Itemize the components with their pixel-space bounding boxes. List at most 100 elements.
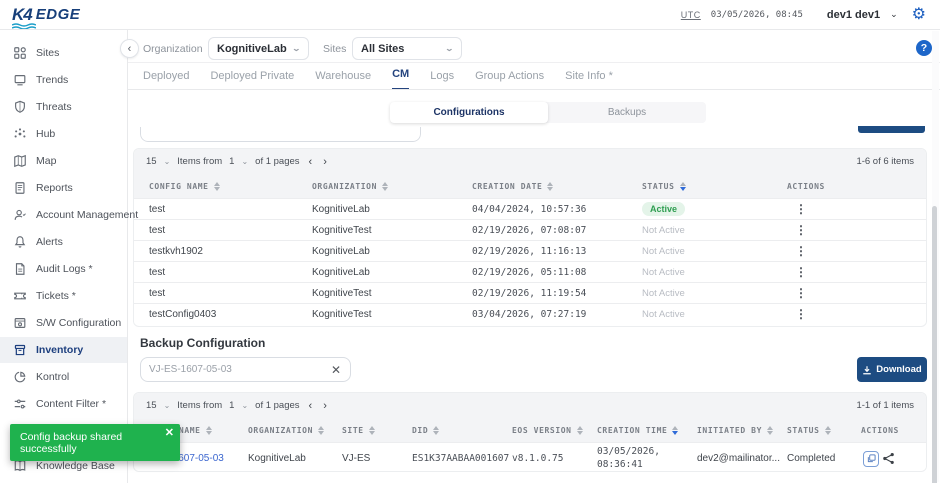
chevron-down-icon[interactable]: ⌄: [241, 157, 248, 166]
alerts-icon: [13, 235, 27, 249]
tab-group-actions[interactable]: Group Actions: [475, 70, 544, 90]
chevron-down-icon[interactable]: ⌄: [164, 157, 171, 166]
table-row[interactable]: VJ-ES-1607-05-03 KognitiveLab VJ-ES ES1K…: [134, 442, 926, 472]
sidebar-item-content-filter[interactable]: Content Filter *: [0, 391, 127, 417]
row-actions-menu-icon[interactable]: ⋮: [787, 244, 807, 258]
tab-site-info[interactable]: Site Info *: [565, 70, 613, 90]
sites-select[interactable]: All Sites ⌄: [352, 37, 462, 60]
sort-icon-active[interactable]: [672, 426, 678, 435]
copy-icon[interactable]: [863, 451, 879, 467]
sidebar-item-audit-logs[interactable]: Audit Logs *: [0, 256, 127, 282]
next-page-button[interactable]: ›: [321, 156, 329, 168]
table-row[interactable]: test KognitiveTest 02/19/2026, 07:08:07 …: [134, 219, 926, 240]
sidebar-item-sites[interactable]: Sites: [0, 40, 127, 66]
sidebar-item-map[interactable]: Map: [0, 148, 127, 174]
sidebar-item-tickets[interactable]: Tickets *: [0, 283, 127, 309]
next-page-button[interactable]: ›: [321, 400, 329, 412]
prev-page-button[interactable]: ‹: [307, 156, 315, 168]
clear-search-icon[interactable]: ✕: [322, 363, 350, 377]
chevron-down-icon[interactable]: ⌄: [241, 401, 248, 410]
col-status[interactable]: STATUS: [787, 426, 820, 435]
table-row[interactable]: test KognitiveLab 02/19/2026, 05:11:08 N…: [134, 261, 926, 282]
table-row[interactable]: testkvh1902 KognitiveLab 02/19/2026, 11:…: [134, 240, 926, 261]
row-actions-menu-icon[interactable]: ⋮: [787, 265, 807, 279]
page-number-value[interactable]: 1: [229, 400, 234, 411]
partially-visible-button[interactable]: [858, 126, 925, 133]
toast-notification: Config backup shared successfully ✕: [10, 424, 180, 461]
user-menu[interactable]: dev1 dev1: [827, 9, 880, 21]
sort-icon[interactable]: [433, 426, 439, 435]
col-organization[interactable]: ORGANIZATION: [312, 182, 377, 191]
row-actions-menu-icon[interactable]: ⋮: [787, 286, 807, 300]
chevron-down-icon[interactable]: ⌄: [164, 401, 171, 410]
sidebar-item-trends[interactable]: Trends: [0, 67, 127, 93]
col-eos-version[interactable]: EOS VERSION: [512, 426, 572, 435]
sidebar-item-inventory[interactable]: Inventory: [0, 337, 127, 363]
prev-page-button[interactable]: ‹: [307, 400, 315, 412]
config-search-input[interactable]: [140, 119, 421, 142]
sort-icon[interactable]: [382, 182, 388, 191]
help-icon[interactable]: ?: [916, 40, 932, 56]
sort-icon[interactable]: [825, 426, 831, 435]
row-actions-menu-icon[interactable]: ⋮: [787, 223, 807, 237]
of-pages-label: of 1 pages: [255, 400, 299, 411]
sort-icon[interactable]: [318, 426, 324, 435]
sidebar-item-threats[interactable]: Threats: [0, 94, 127, 120]
row-actions-menu-icon[interactable]: ⋮: [787, 307, 807, 321]
cell-config-name: test: [149, 204, 312, 215]
cell-creation-date: 02/19/2026, 07:08:07: [472, 225, 642, 236]
cell-creation-date: 02/19/2026, 11:19:54: [472, 288, 642, 299]
threats-icon: [13, 100, 27, 114]
page-size-value[interactable]: 15: [146, 400, 157, 411]
table-row[interactable]: testConfig0403 KognitiveTest 03/04/2026,…: [134, 303, 926, 324]
col-creation-date[interactable]: CREATION DATE: [472, 182, 542, 191]
sidebar-item-alerts[interactable]: Alerts: [0, 229, 127, 255]
sort-icon[interactable]: [214, 182, 220, 191]
row-actions-menu-icon[interactable]: ⋮: [787, 202, 807, 216]
scrollbar-thumb[interactable]: [932, 206, 937, 483]
sites-icon: [13, 46, 27, 60]
tab-deployed[interactable]: Deployed: [143, 70, 189, 90]
sort-icon[interactable]: [369, 426, 375, 435]
organization-label: Organization: [143, 43, 203, 55]
backup-search-input[interactable]: [141, 364, 322, 375]
sort-icon[interactable]: [577, 426, 583, 435]
sort-icon[interactable]: [767, 426, 773, 435]
tab-cm[interactable]: CM: [392, 68, 409, 90]
table-row[interactable]: test KognitiveLab 04/04/2024, 10:57:36 A…: [134, 198, 926, 219]
sidebar-item-account-management[interactable]: Account Management: [0, 202, 127, 228]
col-did[interactable]: DID: [412, 426, 428, 435]
share-icon[interactable]: [882, 452, 895, 465]
settings-gear-icon[interactable]: ⚙: [912, 7, 926, 23]
download-button[interactable]: Download: [857, 357, 927, 382]
page-size-value[interactable]: 15: [146, 156, 157, 167]
k4edge-logo: K4 EDGE: [12, 5, 80, 25]
sort-icon[interactable]: [547, 182, 553, 191]
organization-select[interactable]: KognitiveLab ⌄: [208, 37, 309, 60]
subtab-configurations[interactable]: Configurations: [390, 102, 548, 123]
sidebar-collapse-button[interactable]: ‹: [120, 39, 139, 58]
cell-organization: KognitiveTest: [312, 225, 472, 236]
col-status[interactable]: STATUS: [642, 182, 675, 191]
utc-toggle[interactable]: UTC: [681, 10, 701, 20]
col-initiated-by[interactable]: INITIATED BY: [697, 426, 762, 435]
col-organization[interactable]: ORGANIZATION: [248, 426, 313, 435]
sidebar-item-reports[interactable]: Reports: [0, 175, 127, 201]
sidebar-item-sw-configuration[interactable]: S/W Configuration: [0, 310, 127, 336]
col-site[interactable]: SITE: [342, 426, 364, 435]
toast-close-icon[interactable]: ✕: [165, 426, 174, 439]
sort-icon-active[interactable]: [680, 182, 686, 191]
sort-icon[interactable]: [206, 426, 212, 435]
tab-warehouse[interactable]: Warehouse: [315, 70, 371, 90]
table-row[interactable]: test KognitiveTest 02/19/2026, 11:19:54 …: [134, 282, 926, 303]
col-config-name[interactable]: CONFIG NAME: [149, 182, 209, 191]
subtab-backups[interactable]: Backups: [548, 102, 706, 123]
sidebar-item-kontrol[interactable]: Kontrol: [0, 364, 127, 390]
col-creation-time[interactable]: CREATION TIME: [597, 426, 667, 435]
sidebar-item-hub[interactable]: Hub: [0, 121, 127, 147]
user-menu-chevron-icon[interactable]: ⌄: [890, 9, 898, 20]
scrollbar-track[interactable]: [932, 31, 939, 482]
page-number-value[interactable]: 1: [229, 156, 234, 167]
tab-logs[interactable]: Logs: [430, 70, 454, 90]
tab-deployed-private[interactable]: Deployed Private: [210, 70, 294, 90]
